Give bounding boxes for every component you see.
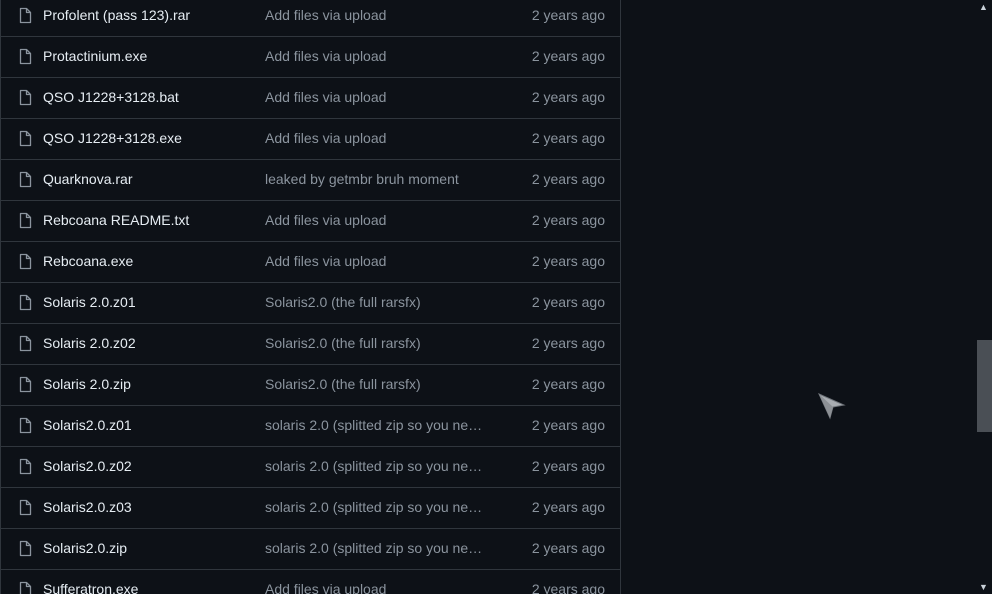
commit-message-link[interactable]: Add files via upload (265, 212, 487, 228)
file-row[interactable]: Solaris 2.0.z02 Solaris2.0 (the full rars… (1, 324, 620, 365)
commit-message-link[interactable]: Add files via upload (265, 130, 487, 146)
commit-age: 2 years ago (531, 294, 605, 310)
commit-message-link[interactable]: Add files via upload (265, 89, 487, 105)
commit-message-link[interactable]: solaris 2.0 (splitted zip so you nee… (265, 499, 487, 515)
file-name-link[interactable]: Profolent (pass 123).rar (43, 7, 190, 23)
file-name-link[interactable]: QSO J1228+3128.exe (43, 130, 182, 146)
commit-age: 2 years ago (531, 417, 605, 433)
file-icon (17, 335, 33, 352)
commit-age: 2 years ago (531, 499, 605, 515)
file-name-link[interactable]: Solaris2.0.zip (43, 540, 127, 556)
file-icon (17, 171, 33, 188)
commit-message-link[interactable]: Add files via upload (265, 48, 487, 64)
file-name-link[interactable]: Rebcoana.exe (43, 253, 133, 269)
file-icon (17, 89, 33, 106)
file-name-link[interactable]: Sufferatron.exe (43, 581, 138, 594)
commit-age: 2 years ago (531, 89, 605, 105)
file-name-link[interactable]: Solaris2.0.z01 (43, 417, 132, 433)
commit-message-link[interactable]: Add files via upload (265, 253, 487, 269)
scroll-up-arrow[interactable]: ▲ (975, 0, 992, 14)
mouse-cursor-icon (817, 392, 846, 420)
scroll-down-arrow[interactable]: ▼ (975, 580, 992, 594)
commit-message-link[interactable]: Solaris2.0 (the full rarsfx) (265, 335, 487, 351)
file-icon (17, 376, 33, 393)
file-row[interactable]: QSO J1228+3128.exe Add files via upload 2 … (1, 119, 620, 160)
file-name-link[interactable]: Protactinium.exe (43, 48, 147, 64)
commit-message-link[interactable]: Add files via upload (265, 581, 487, 594)
file-row[interactable]: Solaris 2.0.z01 Solaris2.0 (the full rars… (1, 283, 620, 324)
commit-message-link[interactable]: leaked by getmbr bruh moment (265, 171, 487, 187)
file-row[interactable]: Solaris2.0.z01 solaris 2.0 (splitted zip … (1, 406, 620, 447)
file-icon (17, 212, 33, 229)
file-name-link[interactable]: Solaris2.0.z03 (43, 499, 132, 515)
commit-age: 2 years ago (531, 171, 605, 187)
file-icon (17, 7, 33, 24)
vertical-scrollbar[interactable]: ▲ ▼ (975, 0, 992, 594)
file-row[interactable]: Rebcoana README.txt Add files via upload 2… (1, 201, 620, 242)
commit-message-link[interactable]: solaris 2.0 (splitted zip so you nee… (265, 458, 487, 474)
commit-age: 2 years ago (531, 212, 605, 228)
file-row[interactable]: Sufferatron.exe Add files via upload 2 yea… (1, 570, 620, 594)
commit-age: 2 years ago (531, 253, 605, 269)
file-name-link[interactable]: Solaris2.0.z02 (43, 458, 132, 474)
file-icon (17, 253, 33, 270)
commit-age: 2 years ago (531, 376, 605, 392)
file-row[interactable]: Protactinium.exe Add files via upload 2 ye… (1, 37, 620, 78)
file-icon (17, 499, 33, 516)
file-name-link[interactable]: Quarknova.rar (43, 171, 132, 187)
file-name-link[interactable]: QSO J1228+3128.bat (43, 89, 179, 105)
file-row[interactable]: Solaris2.0.z02 solaris 2.0 (splitted zip … (1, 447, 620, 488)
commit-age: 2 years ago (531, 48, 605, 64)
file-icon (17, 294, 33, 311)
file-icon (17, 417, 33, 434)
file-list-table: Profolent (pass 123).rar Add files via up… (0, 0, 621, 594)
file-icon (17, 130, 33, 147)
file-name-link[interactable]: Solaris 2.0.zip (43, 376, 131, 392)
scroll-thumb[interactable] (977, 340, 992, 432)
file-row[interactable]: Solaris2.0.zip solaris 2.0 (splitted zip … (1, 529, 620, 570)
file-row[interactable]: QSO J1228+3128.bat Add files via upload 2 … (1, 78, 620, 119)
file-row[interactable]: Rebcoana.exe Add files via upload 2 years … (1, 242, 620, 283)
file-row[interactable]: Profolent (pass 123).rar Add files via up… (1, 0, 620, 37)
repository-file-browser: Profolent (pass 123).rar Add files via up… (0, 0, 992, 594)
file-name-link[interactable]: Solaris 2.0.z01 (43, 294, 136, 310)
file-row[interactable]: Quarknova.rar leaked by getmbr bruh momen… (1, 160, 620, 201)
file-icon (17, 540, 33, 557)
commit-age: 2 years ago (531, 130, 605, 146)
commit-age: 2 years ago (531, 7, 605, 23)
commit-age: 2 years ago (531, 581, 605, 594)
commit-age: 2 years ago (531, 458, 605, 474)
file-name-link[interactable]: Rebcoana README.txt (43, 212, 189, 228)
file-row[interactable]: Solaris 2.0.zip Solaris2.0 (the full rars… (1, 365, 620, 406)
file-row[interactable]: Solaris2.0.z03 solaris 2.0 (splitted zip … (1, 488, 620, 529)
commit-age: 2 years ago (531, 540, 605, 556)
commit-message-link[interactable]: solaris 2.0 (splitted zip so you nee… (265, 417, 487, 433)
commit-age: 2 years ago (531, 335, 605, 351)
file-icon (17, 581, 33, 594)
file-name-link[interactable]: Solaris 2.0.z02 (43, 335, 136, 351)
file-icon (17, 458, 33, 475)
commit-message-link[interactable]: Solaris2.0 (the full rarsfx) (265, 376, 487, 392)
file-icon (17, 48, 33, 65)
commit-message-link[interactable]: solaris 2.0 (splitted zip so you nee… (265, 540, 487, 556)
commit-message-link[interactable]: Add files via upload (265, 7, 487, 23)
commit-message-link[interactable]: Solaris2.0 (the full rarsfx) (265, 294, 487, 310)
